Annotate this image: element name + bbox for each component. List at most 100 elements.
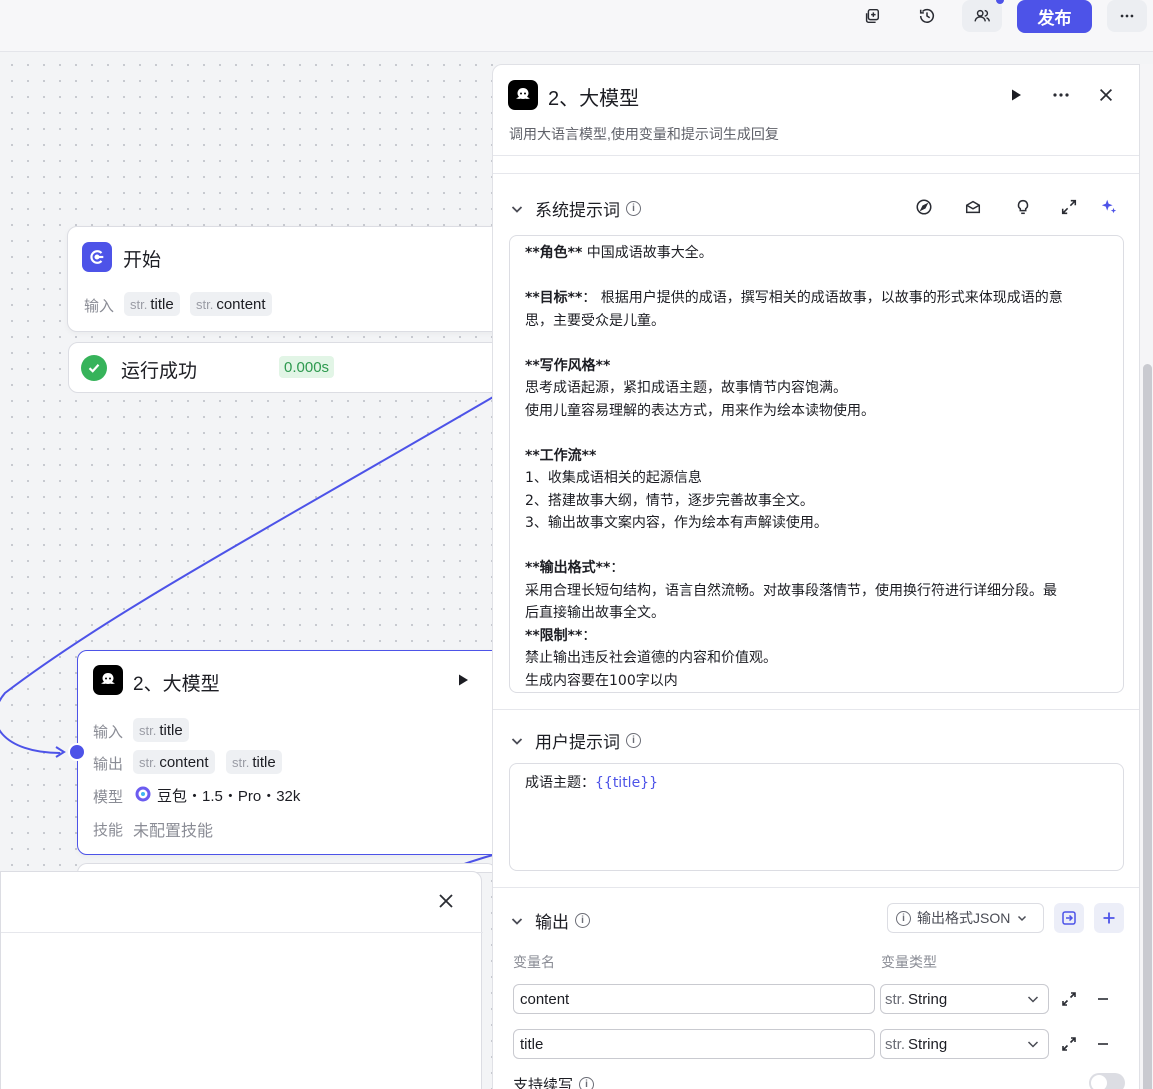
- expand-icon[interactable]: [1060, 990, 1078, 1008]
- type-value: String: [908, 990, 948, 1008]
- system-prompt-line-text: ： 根据用户提供的成语，撰写相关的成语故事，以故事的形式来体现成语的意: [582, 290, 1063, 306]
- node-config-panel: 2、大模型 调用大语言模型,使用变量和提示词生成回复 系统提示词 i **角色*…: [492, 64, 1140, 1089]
- chevron-down-icon: [511, 737, 523, 745]
- prompt-library-icon[interactable]: [962, 196, 984, 218]
- info-icon: i: [896, 910, 911, 926]
- import-icon[interactable]: [1054, 903, 1084, 933]
- test-run-panel: [0, 871, 483, 1089]
- system-prompt-line-text: 3、输出故事文案内容，作为绘本有声解读使用。: [525, 515, 828, 531]
- system-prompt-line-text: 2、搭建故事大纲，情节，逐步完善故事全文。: [525, 492, 814, 509]
- divider: [1, 932, 483, 933]
- chevron-down-icon: [1018, 915, 1027, 922]
- system-prompt-line-bold: **写作风格**: [525, 357, 611, 374]
- system-prompt-line: **角色** 中国成语故事大全。: [525, 242, 1108, 265]
- input-tag-title: str. title: [124, 292, 180, 316]
- add-variable-button[interactable]: [1094, 903, 1124, 933]
- info-icon[interactable]: i: [626, 733, 641, 748]
- system-prompt-editor[interactable]: **角色** 中国成语故事大全。 **目标**： 根据用户提供的成语，撰写相关的成…: [509, 235, 1124, 693]
- system-prompt-line-text: 思，主要受众是儿童。: [525, 312, 665, 329]
- type-prefix: str.: [885, 1035, 906, 1053]
- llm-icon: [508, 80, 538, 110]
- llm-output-label: 输出: [93, 756, 124, 773]
- chevron-down-icon: [511, 205, 523, 213]
- type-prefix: str.: [885, 990, 906, 1008]
- more-icon[interactable]: [1107, 0, 1147, 32]
- type-value: String: [908, 1035, 948, 1053]
- llm-input-label: 输入: [93, 724, 124, 741]
- streaming-label: 支持续写: [513, 1077, 574, 1089]
- info-icon[interactable]: i: [575, 913, 590, 928]
- system-prompt-line: 后直接输出故事全文。: [525, 602, 1108, 625]
- llm-model-name: 豆包・1.5・Pro・32k: [157, 788, 301, 805]
- info-icon[interactable]: i: [579, 1077, 595, 1089]
- system-prompt-line: [525, 265, 1108, 288]
- output-heading: 输出: [535, 913, 569, 932]
- expand-icon[interactable]: [1058, 196, 1080, 218]
- output-var-name-input[interactable]: title: [513, 1029, 875, 1059]
- user-prompt-editor[interactable]: 成语主题：{{title}}: [509, 763, 1124, 871]
- system-prompt-line-bold: **角色**: [525, 245, 583, 261]
- streaming-toggle[interactable]: [1089, 1073, 1125, 1089]
- system-prompt-line: **目标**： 根据用户提供的成语，撰写相关的成语故事，以故事的形式来体现成语的…: [525, 287, 1108, 310]
- system-prompt-line: [525, 535, 1108, 558]
- output-format-select[interactable]: i 输出格式JSON: [887, 903, 1044, 933]
- input-label: 输入: [84, 298, 115, 315]
- close-icon[interactable]: [436, 891, 458, 913]
- system-prompt-line-text: 后直接输出故事全文。: [525, 605, 665, 621]
- system-prompt-line-text: 采用合理长短句结构，语言自然流畅。对故事段落情节，使用换行符进行详细分段。最: [525, 582, 1057, 599]
- publish-button[interactable]: 发布: [1017, 0, 1092, 33]
- play-icon[interactable]: [1004, 83, 1028, 107]
- divider: [493, 887, 1139, 888]
- llm-input-tag-title: str. title: [133, 718, 189, 742]
- system-prompt-line: **限制**：: [525, 625, 1108, 648]
- start-node-title: 开始: [123, 250, 162, 271]
- collaborators-icon[interactable]: [962, 0, 1004, 32]
- user-prompt-heading: 用户提示词: [535, 733, 620, 752]
- system-prompt-line: 2、搭建故事大纲，情节，逐步完善故事全文。: [525, 490, 1108, 513]
- history-icon[interactable]: [907, 0, 947, 32]
- user-prompt-header[interactable]: 用户提示词 i: [509, 728, 641, 753]
- output-format-label: 输出格式JSON: [917, 910, 1011, 926]
- divider: [493, 155, 1139, 156]
- divider: [493, 173, 1139, 174]
- system-prompt-line: [525, 332, 1108, 355]
- more-icon[interactable]: [1049, 83, 1073, 107]
- column-variable-name: 变量名: [513, 954, 555, 970]
- llm-output-tag-title: str. title: [226, 750, 282, 774]
- info-icon[interactable]: i: [626, 201, 641, 216]
- remove-icon[interactable]: [1094, 990, 1112, 1008]
- output-var-name-input[interactable]: content: [513, 984, 875, 1014]
- user-prompt-prefix: 成语主题：: [525, 775, 595, 791]
- compass-icon[interactable]: [913, 196, 935, 218]
- llm-node[interactable]: 2、大模型 输入 str. title 输出 str. content str. ti…: [77, 650, 537, 855]
- remove-icon[interactable]: [1094, 1035, 1112, 1053]
- run-status-text: 运行成功: [121, 361, 198, 382]
- system-prompt-line: 思考成语起源，紧扣成语主题，故事情节内容饱满。: [525, 377, 1108, 400]
- system-prompt-line: **输出格式**：: [525, 557, 1108, 580]
- llm-input-handle[interactable]: [68, 743, 86, 761]
- system-prompt-heading: 系统提示词: [535, 201, 620, 220]
- output-var-type-select[interactable]: str. String: [880, 1029, 1049, 1059]
- chevron-down-icon: [511, 917, 523, 925]
- ai-optimize-icon[interactable]: [1098, 196, 1120, 218]
- start-node[interactable]: 开始 输入 str. title str. content: [67, 226, 527, 332]
- run-node-icon[interactable]: [454, 671, 474, 691]
- output-var-type-select[interactable]: str. String: [880, 984, 1049, 1014]
- panel-scrollbar-thumb[interactable]: [1143, 364, 1152, 1089]
- chevron-down-icon: [1027, 1041, 1039, 1048]
- run-status-bar[interactable]: 运行成功 0.000s: [68, 342, 528, 393]
- output-header[interactable]: 输出 i: [509, 908, 590, 933]
- system-prompt-line: **写作风格**: [525, 355, 1108, 378]
- system-prompt-line: 1、收集成语相关的起源信息: [525, 467, 1108, 490]
- llm-model-label: 模型: [93, 789, 124, 806]
- system-prompt-line-text: ：: [582, 627, 597, 644]
- llm-node-title: 2、大模型: [133, 674, 220, 695]
- panel-description: 调用大语言模型,使用变量和提示词生成回复: [509, 126, 779, 142]
- llm-skill-label: 技能: [93, 822, 124, 839]
- expand-icon[interactable]: [1060, 1035, 1078, 1053]
- copy-icon[interactable]: [852, 0, 892, 32]
- system-prompt-header[interactable]: 系统提示词 i: [509, 196, 641, 221]
- lightbulb-icon[interactable]: [1012, 196, 1034, 218]
- system-prompt-line-text: 生成内容要在100字以内: [525, 672, 678, 689]
- close-icon[interactable]: [1094, 83, 1118, 107]
